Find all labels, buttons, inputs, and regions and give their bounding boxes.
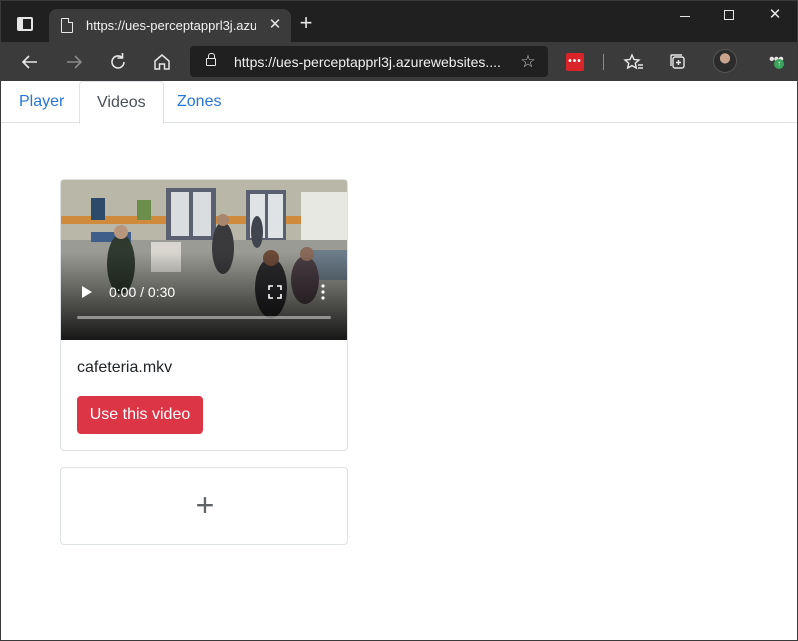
maximize-button[interactable] <box>706 1 752 31</box>
toolbar-divider <box>603 54 604 70</box>
video-card: 0:00 / 0:30 cafeteria.mkv Use this video <box>60 179 348 451</box>
back-button[interactable] <box>15 47 45 77</box>
address-bar[interactable]: https://ues-perceptapprl3j.azurewebsites… <box>190 46 548 77</box>
back-icon <box>21 55 37 69</box>
favorites-icon <box>623 53 643 70</box>
tab-zones[interactable]: Zones <box>160 81 238 123</box>
favorites-button[interactable] <box>619 47 649 77</box>
page-icon <box>61 18 73 33</box>
more-options-icon[interactable] <box>321 284 325 300</box>
forward-icon <box>67 55 83 69</box>
page-content: Player Videos Zones 0:00 / 0:30 cafeteri… <box>1 81 797 640</box>
home-button[interactable] <box>147 47 177 77</box>
add-icon: + <box>195 487 215 523</box>
add-video-card[interactable]: + <box>60 467 348 545</box>
browser-toolbar: https://ues-perceptapprl3j.azurewebsites… <box>1 42 797 81</box>
close-icon: ✕ <box>768 6 782 23</box>
window-icon[interactable] <box>17 17 33 31</box>
browser-tab[interactable]: https://ues-perceptapprl3j.azurew ✕ <box>49 9 291 42</box>
browser-window: https://ues-perceptapprl3j.azurew ✕ + ✕ … <box>0 0 798 641</box>
profile-avatar[interactable] <box>713 49 737 73</box>
minimize-button[interactable] <box>662 1 708 31</box>
nav-tabs: Player Videos Zones <box>1 81 797 124</box>
add-favorite-icon[interactable]: ☆ <box>516 50 540 74</box>
tab-title: https://ues-perceptapprl3j.azurew <box>86 18 256 33</box>
refresh-button[interactable] <box>103 47 133 77</box>
seek-bar[interactable] <box>77 316 331 319</box>
lock-icon[interactable] <box>206 53 216 66</box>
use-video-button[interactable]: Use this video <box>77 396 203 434</box>
forward-button[interactable] <box>59 47 89 77</box>
refresh-icon <box>111 53 125 69</box>
extension-icon[interactable]: ••• <box>566 53 584 71</box>
video-frame: 0:00 / 0:30 <box>61 180 347 340</box>
url-text[interactable]: https://ues-perceptapprl3j.azurewebsites… <box>234 53 504 71</box>
minimize-icon <box>680 16 690 17</box>
collections-icon <box>670 54 685 69</box>
close-window-button[interactable]: ✕ <box>752 1 798 31</box>
update-badge-icon: ↑ <box>774 59 784 69</box>
collections-button[interactable] <box>663 47 693 77</box>
new-tab-button[interactable]: + <box>295 12 317 35</box>
video-player[interactable]: 0:00 / 0:30 <box>61 180 347 340</box>
tab-player[interactable]: Player <box>2 81 81 123</box>
video-file-name: cafeteria.mkv <box>77 359 173 376</box>
title-bar: https://ues-perceptapprl3j.azurew ✕ + ✕ <box>1 1 797 42</box>
tab-videos[interactable]: Videos <box>79 81 164 124</box>
tab-close-icon[interactable]: ✕ <box>265 15 285 35</box>
home-icon <box>154 54 170 70</box>
maximize-icon <box>724 10 734 20</box>
video-time: 0:00 / 0:30 <box>109 284 175 300</box>
